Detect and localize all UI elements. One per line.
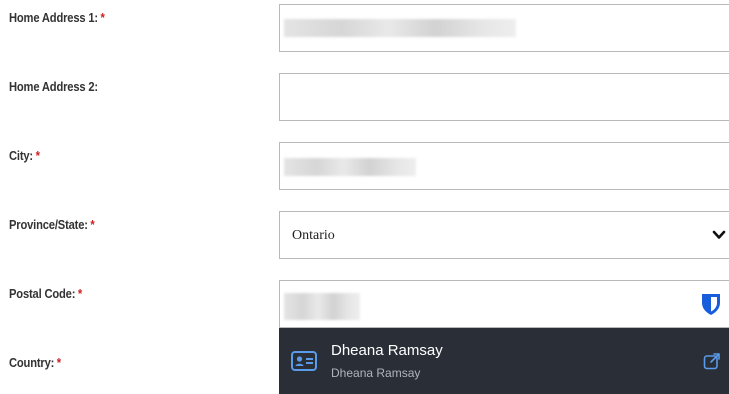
city-label: City: *	[9, 148, 40, 163]
autofill-subtitle: Dheana Ramsay	[331, 366, 421, 380]
home-address-1-input[interactable]	[279, 4, 729, 52]
required-marker: *	[56, 355, 61, 370]
postal-code-label: Postal Code: *	[9, 286, 82, 301]
home-address-1-label: Home Address 1: *	[9, 10, 105, 25]
postal-code-label-text: Postal Code:	[9, 286, 76, 301]
home-address-2-input[interactable]	[279, 73, 729, 121]
required-marker: *	[90, 217, 95, 232]
bitwarden-shield-icon[interactable]	[700, 292, 722, 316]
city-label-text: City:	[9, 148, 33, 163]
country-label: Country: *	[9, 355, 61, 370]
external-link-icon[interactable]	[703, 352, 721, 370]
autofill-name: Dheana Ramsay	[331, 342, 443, 359]
required-marker: *	[100, 10, 105, 25]
home-address-1-label-text: Home Address 1:	[9, 10, 98, 25]
required-marker: *	[77, 286, 83, 301]
province-state-select[interactable]: Ontario	[279, 211, 729, 259]
province-state-label-text: Province/State:	[9, 217, 88, 232]
province-state-selected-value: Ontario	[292, 228, 335, 243]
country-label-text: Country:	[9, 355, 55, 370]
redacted-text	[284, 158, 416, 176]
home-address-2-label-text: Home Address 2:	[9, 79, 98, 94]
autofill-suggestion[interactable]: Dheana Ramsay Dheana Ramsay	[279, 328, 729, 394]
city-input[interactable]	[279, 142, 729, 190]
postal-code-input[interactable]	[279, 280, 729, 328]
chevron-down-icon	[712, 230, 726, 239]
redacted-text	[284, 19, 516, 37]
redacted-text	[284, 293, 360, 320]
home-address-2-label: Home Address 2:	[9, 79, 98, 94]
identity-card-icon	[291, 351, 317, 371]
address-form: Home Address 1: * Home Address 2: City: * …	[0, 0, 729, 394]
required-marker: *	[35, 148, 40, 163]
province-state-label: Province/State: *	[9, 217, 95, 232]
